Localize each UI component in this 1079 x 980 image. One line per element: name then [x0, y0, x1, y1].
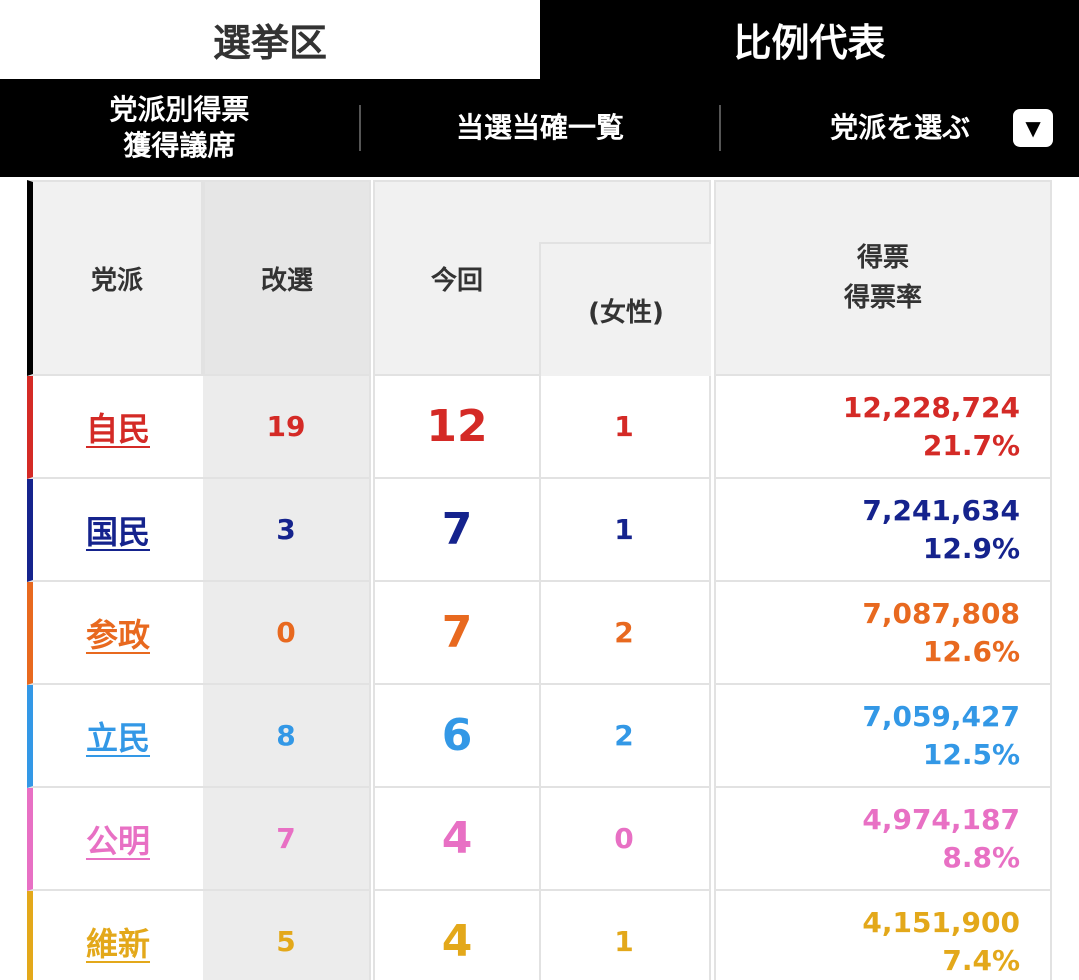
- party-link[interactable]: 公明: [86, 816, 150, 862]
- subnav-party-votes-seats[interactable]: 党派別得票 獲得議席: [0, 79, 359, 177]
- tab-proportional[interactable]: 比例代表: [540, 0, 1079, 79]
- party-cell: 自民: [27, 376, 203, 479]
- party-link[interactable]: 立民: [86, 713, 150, 759]
- table-body: 自民 19 12 1 12,228,724 21.7% 国民 3 7 1 7,2…: [27, 376, 1052, 980]
- party-link[interactable]: 参政: [86, 610, 150, 656]
- subnav-winners-list[interactable]: 当選当確一覧: [361, 79, 720, 177]
- votes-cell: 7,059,427 12.5%: [714, 685, 1052, 788]
- party-cell: 公明: [27, 788, 203, 891]
- konkai-cell: 6: [373, 685, 541, 788]
- party-cell: 参政: [27, 582, 203, 685]
- party-cell: 国民: [27, 479, 203, 582]
- header-votes-label: 得票: [856, 243, 909, 273]
- female-cell: 0: [539, 788, 711, 891]
- subnav-select-party[interactable]: 党派を選ぶ ▼: [721, 79, 1079, 177]
- kaisen-cell: 5: [203, 891, 371, 980]
- table-row: 国民 3 7 1 7,241,634 12.9%: [27, 479, 1052, 582]
- votes-value: 4,151,900: [862, 905, 1020, 939]
- table-row: 参政 0 7 2 7,087,808 12.6%: [27, 582, 1052, 685]
- results-table: 党派 改選 今回 (女性) 得票 得票率 自民 19 12 1 12,228,7…: [27, 180, 1052, 980]
- female-cell: 1: [539, 891, 711, 980]
- votes-cell: 7,241,634 12.9%: [714, 479, 1052, 582]
- female-cell: 2: [539, 582, 711, 685]
- konkai-cell: 4: [373, 788, 541, 891]
- rate-value: 8.8%: [942, 840, 1020, 874]
- rate-value: 12.5%: [922, 737, 1020, 771]
- votes-value: 7,241,634: [862, 493, 1020, 527]
- header-kaisen: 改選: [203, 180, 371, 376]
- female-cell: 1: [539, 376, 711, 479]
- votes-value: 4,974,187: [862, 802, 1020, 836]
- select-party-label: 党派を選ぶ: [830, 111, 971, 144]
- konkai-cell: 12: [373, 376, 541, 479]
- header-konkai: 今回: [430, 265, 483, 296]
- header-rate-label: 得票率: [843, 283, 922, 313]
- votes-cell: 7,087,808 12.6%: [714, 582, 1052, 685]
- female-cell: 2: [539, 685, 711, 788]
- header-party: 党派: [27, 180, 203, 376]
- votes-cell: 12,228,724 21.7%: [714, 376, 1052, 479]
- header-female: (女性): [539, 242, 711, 376]
- konkai-cell: 7: [373, 479, 541, 582]
- party-link[interactable]: 自民: [86, 404, 150, 450]
- rate-value: 21.7%: [922, 428, 1020, 462]
- table-row: 公明 7 4 0 4,974,187 8.8%: [27, 788, 1052, 891]
- sub-navigation: 党派別得票 獲得議席 当選当確一覧 党派を選ぶ ▼: [0, 79, 1079, 177]
- kaisen-cell: 0: [203, 582, 371, 685]
- header-votes: 得票 得票率: [714, 180, 1052, 376]
- table-row: 自民 19 12 1 12,228,724 21.7%: [27, 376, 1052, 479]
- female-cell: 1: [539, 479, 711, 582]
- party-cell: 立民: [27, 685, 203, 788]
- table-row: 維新 5 4 1 4,151,900 7.4%: [27, 891, 1052, 980]
- party-cell: 維新: [27, 891, 203, 980]
- tab-district[interactable]: 選挙区: [0, 0, 540, 79]
- rate-value: 12.9%: [922, 531, 1020, 565]
- kaisen-cell: 19: [203, 376, 371, 479]
- kaisen-cell: 3: [203, 479, 371, 582]
- table-row: 立民 8 6 2 7,059,427 12.5%: [27, 685, 1052, 788]
- party-link[interactable]: 維新: [86, 919, 150, 965]
- table-header: 党派 改選 今回 (女性) 得票 得票率: [27, 180, 1052, 376]
- votes-cell: 4,151,900 7.4%: [714, 891, 1052, 980]
- top-tabs: 選挙区 比例代表: [0, 0, 1079, 79]
- subnav-party-votes-label: 党派別得票: [109, 93, 250, 126]
- votes-value: 12,228,724: [842, 390, 1020, 424]
- votes-value: 7,087,808: [862, 596, 1020, 630]
- rate-value: 7.4%: [942, 943, 1020, 977]
- konkai-cell: 7: [373, 582, 541, 685]
- konkai-cell: 4: [373, 891, 541, 980]
- votes-value: 7,059,427: [862, 699, 1020, 733]
- rate-value: 12.6%: [922, 634, 1020, 668]
- dropdown-triangle-icon[interactable]: ▼: [1013, 109, 1054, 147]
- party-link[interactable]: 国民: [86, 507, 150, 553]
- subnav-seats-label: 獲得議席: [123, 129, 236, 162]
- kaisen-cell: 7: [203, 788, 371, 891]
- votes-cell: 4,974,187 8.8%: [714, 788, 1052, 891]
- kaisen-cell: 8: [203, 685, 371, 788]
